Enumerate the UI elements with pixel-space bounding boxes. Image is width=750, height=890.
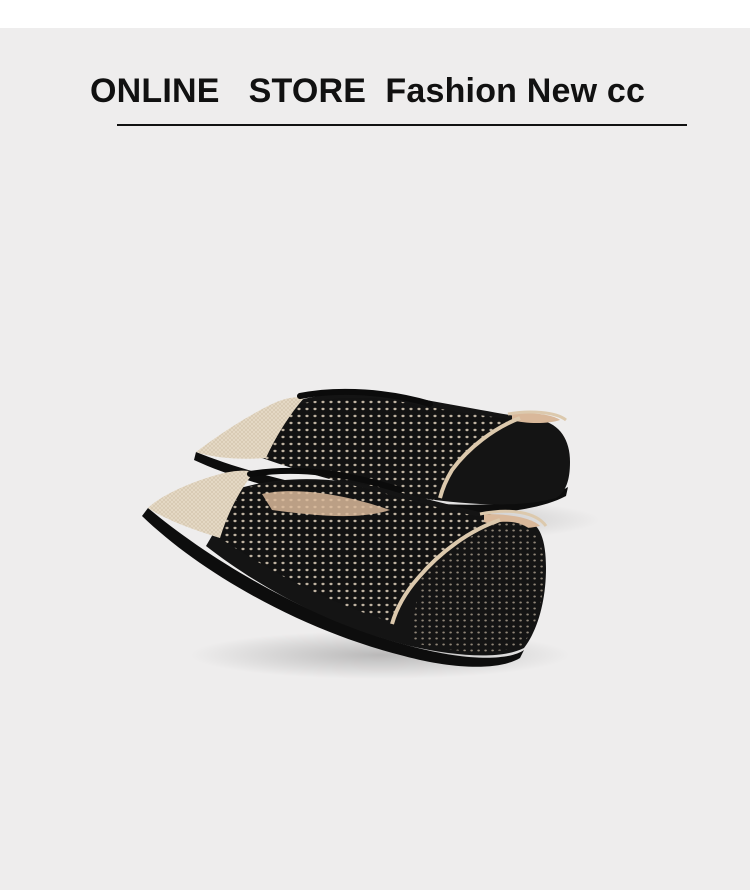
product-photo [142, 388, 600, 679]
